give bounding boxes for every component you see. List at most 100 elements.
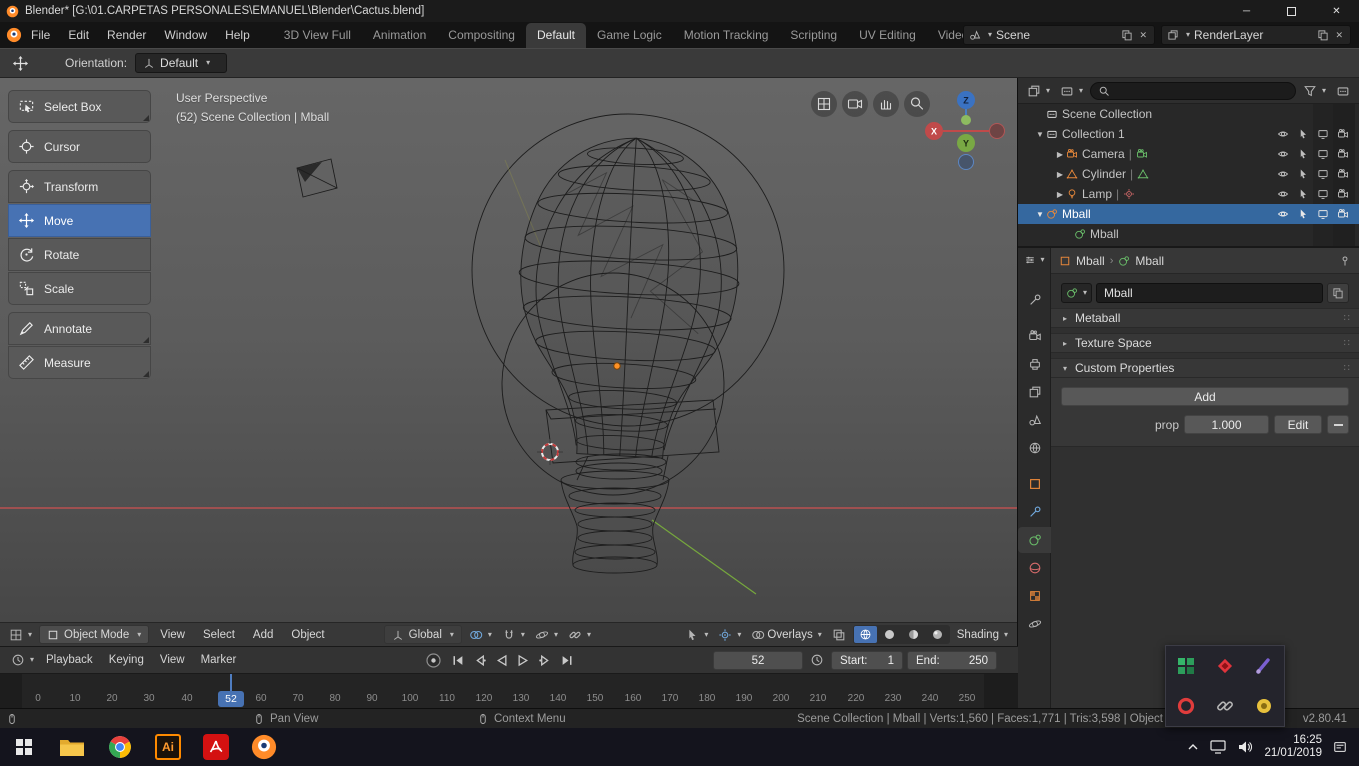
edit-property-button[interactable]: Edit	[1274, 415, 1322, 434]
tool-annotate[interactable]: Annotate	[8, 312, 151, 345]
tool-select-box[interactable]: Select Box	[8, 90, 151, 123]
property-value-field[interactable]: 1.000	[1184, 415, 1269, 434]
pan-view-button[interactable]	[873, 91, 899, 117]
illustrator-button[interactable]: Ai	[144, 728, 192, 766]
outliner-row-camera[interactable]: ▶ Camera |	[1018, 144, 1359, 164]
shading-solid-button[interactable]	[878, 626, 901, 643]
tab-object-data[interactable]	[1018, 527, 1051, 553]
tab-render[interactable]	[1018, 323, 1051, 349]
overlays-button[interactable]: Overlays ▾	[748, 628, 824, 642]
tab-view-layer[interactable]	[1018, 379, 1051, 405]
section-custom-properties[interactable]: ▾ Custom Properties ∷	[1051, 358, 1359, 378]
minimize-button[interactable]: ─	[1224, 0, 1269, 22]
selectable-toggle[interactable]	[1293, 164, 1313, 184]
metaball-wireframe[interactable]	[510, 132, 746, 461]
viewport-disable-toggle[interactable]	[1313, 184, 1333, 204]
outliner-editor-type-button[interactable]: ▾	[1024, 84, 1053, 98]
outliner-row-lamp[interactable]: ▶ Lamp |	[1018, 184, 1359, 204]
new-layer-icon[interactable]	[1317, 29, 1329, 41]
xray-toggle[interactable]	[829, 628, 849, 642]
menu-edit[interactable]: Edit	[59, 22, 98, 48]
orientation-select[interactable]: Global ▾	[384, 625, 462, 644]
shading-popover-button[interactable]: Shading ▾	[954, 629, 1011, 641]
gizmo-neg-z[interactable]	[959, 155, 974, 170]
section-texture-space[interactable]: ▸ Texture Space ∷	[1051, 333, 1359, 353]
menu-add[interactable]: Add	[246, 629, 280, 641]
tool-move[interactable]: Move	[8, 204, 151, 237]
menu-file[interactable]: File	[22, 22, 59, 48]
expand-open-icon[interactable]: ▼	[1034, 210, 1046, 219]
chrome-button[interactable]	[96, 728, 144, 766]
zoom-view-button[interactable]	[904, 91, 930, 117]
timeline-editor-type-button[interactable]: ▾	[8, 653, 37, 667]
jump-to-end-button[interactable]	[561, 654, 574, 667]
maximize-button[interactable]	[1269, 0, 1314, 22]
render-disable-toggle[interactable]	[1333, 124, 1353, 144]
play-reverse-button[interactable]	[495, 654, 508, 667]
tab-motion-tracking[interactable]: Motion Tracking	[673, 23, 780, 48]
shading-material-button[interactable]	[902, 626, 925, 643]
tool-measure[interactable]: Measure	[8, 346, 151, 379]
tool-cursor[interactable]: Cursor	[8, 130, 151, 163]
view-layer-selector[interactable]: ▾ RenderLayer ✕	[1161, 25, 1351, 45]
tab-scene[interactable]	[1018, 407, 1051, 433]
expand-closed-icon[interactable]: ▶	[1054, 170, 1066, 179]
tray-clock[interactable]: 16:25 21/01/2019	[1264, 734, 1322, 760]
viewport-disable-toggle[interactable]	[1313, 164, 1333, 184]
speaker-icon[interactable]	[1237, 740, 1253, 754]
fake-user-button[interactable]	[1327, 283, 1349, 303]
file-explorer-button[interactable]	[48, 728, 96, 766]
jump-to-start-button[interactable]	[451, 654, 464, 667]
tool-rotate[interactable]: Rotate	[8, 238, 151, 271]
new-collection-button[interactable]	[1333, 84, 1353, 98]
pin-icon[interactable]	[1339, 255, 1351, 267]
proportional-edit-button[interactable]: ▾	[532, 628, 561, 642]
tray-app-green-icon[interactable]	[1166, 646, 1205, 686]
3d-scene[interactable]: Z X Y	[0, 78, 1018, 622]
menu-object[interactable]: Object	[284, 629, 331, 641]
tool-transform[interactable]: Transform	[8, 170, 151, 203]
expand-closed-icon[interactable]: ▶	[1054, 150, 1066, 159]
menu-marker[interactable]: Marker	[194, 654, 244, 666]
expand-open-icon[interactable]: ▼	[1034, 130, 1046, 139]
scene-selector[interactable]: ▾ Scene ✕	[963, 25, 1155, 45]
tray-app-brush-icon[interactable]	[1245, 646, 1284, 686]
unlink-scene-icon[interactable]: ✕	[1137, 30, 1149, 41]
selectable-toggle[interactable]	[1293, 124, 1313, 144]
menu-select[interactable]: Select	[196, 629, 242, 641]
new-scene-icon[interactable]	[1121, 29, 1133, 41]
frame-end-field[interactable]: End: 250	[907, 651, 997, 670]
use-preview-range-icon[interactable]	[810, 653, 824, 667]
outliner-row-scene-collection[interactable]: Scene Collection	[1018, 104, 1359, 124]
prev-keyframe-button[interactable]	[473, 654, 486, 667]
menu-view[interactable]: View	[153, 629, 192, 641]
pivot-point-button[interactable]: ▾	[466, 628, 495, 642]
datablock-type-button[interactable]: ▾	[1061, 283, 1092, 303]
playhead-badge[interactable]: 52	[218, 691, 244, 707]
tray-app-red-ring-icon[interactable]	[1166, 686, 1205, 726]
start-button[interactable]	[0, 728, 48, 766]
editor-type-button[interactable]: ▾	[6, 628, 35, 642]
tab-scripting[interactable]: Scripting	[779, 23, 848, 48]
tab-game-logic[interactable]: Game Logic	[586, 23, 673, 48]
perspective-button[interactable]	[811, 91, 837, 117]
tray-app-link-icon[interactable]	[1205, 686, 1244, 726]
camera-view-button[interactable]	[842, 91, 868, 117]
menu-playback[interactable]: Playback	[39, 654, 100, 666]
tray-app-red-diamond-icon[interactable]	[1205, 646, 1244, 686]
hide-toggle[interactable]	[1273, 124, 1293, 144]
tab-animation[interactable]: Animation	[362, 23, 437, 48]
name-input[interactable]: Mball	[1096, 283, 1323, 303]
tab-material[interactable]	[1018, 555, 1051, 581]
render-disable-toggle[interactable]	[1333, 204, 1353, 224]
mode-select[interactable]: Object Mode ▾	[39, 625, 149, 644]
selectable-toggle[interactable]	[1293, 144, 1313, 164]
tab-modifiers[interactable]	[1018, 499, 1051, 525]
outliner-row-mball-data[interactable]: Mball	[1018, 224, 1359, 244]
menu-window[interactable]: Window	[155, 22, 216, 48]
navigation-gizmo[interactable]: Z X Y	[925, 91, 1005, 170]
gizmo-popover-button[interactable]: ▾	[565, 628, 594, 642]
tab-output[interactable]	[1018, 351, 1051, 377]
filter-button[interactable]: ▾	[1300, 84, 1329, 98]
tray-expand-icon[interactable]	[1187, 741, 1199, 753]
